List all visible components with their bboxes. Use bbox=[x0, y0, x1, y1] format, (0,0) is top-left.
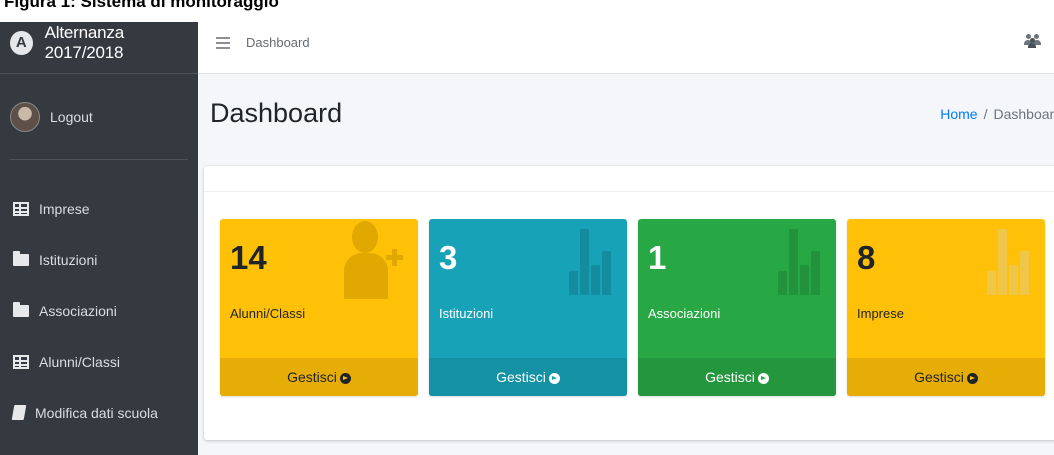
page-title: Dashboard bbox=[210, 98, 343, 128]
user-plus-icon bbox=[344, 219, 404, 303]
table-icon bbox=[13, 201, 29, 216]
gestisci-istituzioni-link[interactable]: Gestisci bbox=[429, 358, 627, 396]
arrow-circle-right-icon bbox=[339, 372, 351, 384]
stat-label: Imprese bbox=[857, 306, 904, 321]
bar-chart-icon bbox=[778, 229, 828, 295]
brand-title: Alternanza 2017/2018 bbox=[44, 22, 124, 62]
sidebar-nav: Imprese Istituzioni Associazioni Alunni/… bbox=[0, 183, 198, 438]
sidebar-item-label: Modifica dati scuola bbox=[35, 404, 158, 421]
card-header bbox=[204, 166, 1054, 192]
sidebar-item-label: Imprese bbox=[39, 200, 90, 217]
hamburger-icon[interactable] bbox=[216, 36, 230, 49]
sidebar-divider bbox=[10, 159, 188, 160]
footer-label: Gestisci bbox=[496, 369, 546, 385]
breadcrumb-current: Dashboard bbox=[993, 106, 1054, 122]
book-icon bbox=[11, 405, 27, 420]
sidebar-item-modifica-dati-scuola[interactable]: Modifica dati scuola bbox=[0, 387, 198, 438]
users-icon[interactable] bbox=[1024, 34, 1042, 48]
stat-label: Associazioni bbox=[648, 306, 721, 321]
user-panel: Logout bbox=[0, 74, 198, 160]
brand-logo-icon: A bbox=[10, 30, 33, 55]
small-box-alunni-classi: 14 Alunni/Classi Gestisci bbox=[220, 219, 418, 396]
small-box-istituzioni: 3 Istituzioni Gestisci bbox=[429, 219, 627, 396]
breadcrumb-home-link[interactable]: Home bbox=[940, 106, 977, 122]
sidebar-item-label: Associazioni bbox=[39, 302, 117, 319]
gestisci-alunni-classi-link[interactable]: Gestisci bbox=[220, 358, 418, 396]
gestisci-associazioni-link[interactable]: Gestisci bbox=[638, 358, 836, 396]
sidebar-item-istituzioni[interactable]: Istituzioni bbox=[0, 234, 198, 285]
gestisci-imprese-link[interactable]: Gestisci bbox=[847, 358, 1045, 396]
sidebar-item-label: Alunni/Classi bbox=[39, 353, 120, 370]
folder-icon bbox=[13, 301, 29, 317]
stat-label: Istituzioni bbox=[439, 306, 494, 321]
bar-chart-icon bbox=[569, 229, 619, 295]
sidebar-item-alunni-classi[interactable]: Alunni/Classi bbox=[0, 336, 198, 387]
sidebar-item-imprese[interactable]: Imprese bbox=[0, 183, 198, 234]
breadcrumb-separator: / bbox=[983, 106, 988, 122]
bar-chart-icon bbox=[987, 229, 1037, 295]
table-icon bbox=[13, 354, 29, 369]
sidebar: A Alternanza 2017/2018 Logout Imprese Is… bbox=[0, 0, 198, 455]
arrow-circle-right-icon bbox=[966, 372, 978, 384]
figure-caption: Figura 1: Sistema di monitoraggio bbox=[0, 0, 1054, 22]
footer-label: Gestisci bbox=[705, 369, 755, 385]
stat-value: 1 bbox=[648, 239, 667, 276]
breadcrumb: Home / Dashboard bbox=[940, 106, 1054, 122]
sidebar-item-associazioni[interactable]: Associazioni bbox=[0, 285, 198, 336]
avatar bbox=[10, 102, 40, 132]
topbar-dashboard-link[interactable]: Dashboard bbox=[246, 35, 310, 50]
stat-value: 8 bbox=[857, 239, 876, 276]
arrow-circle-right-icon bbox=[548, 372, 560, 384]
stat-value: 14 bbox=[230, 239, 267, 276]
logout-link[interactable]: Logout bbox=[50, 109, 93, 125]
stat-value: 3 bbox=[439, 239, 458, 276]
small-box-associazioni: 1 Associazioni Gestisci bbox=[638, 219, 836, 396]
sidebar-item-label: Istituzioni bbox=[39, 251, 98, 268]
footer-label: Gestisci bbox=[914, 369, 964, 385]
arrow-circle-right-icon bbox=[757, 372, 769, 384]
dashboard-card: 14 Alunni/Classi Gestisci 3 Istituzioni … bbox=[204, 166, 1054, 440]
footer-label: Gestisci bbox=[287, 369, 337, 385]
main-content: Dashboard Home / Dashboard 14 Alunni/Class… bbox=[198, 74, 1054, 455]
stat-label: Alunni/Classi bbox=[230, 306, 306, 321]
small-box-imprese: 8 Imprese Gestisci bbox=[847, 219, 1045, 396]
folder-icon bbox=[13, 250, 29, 266]
